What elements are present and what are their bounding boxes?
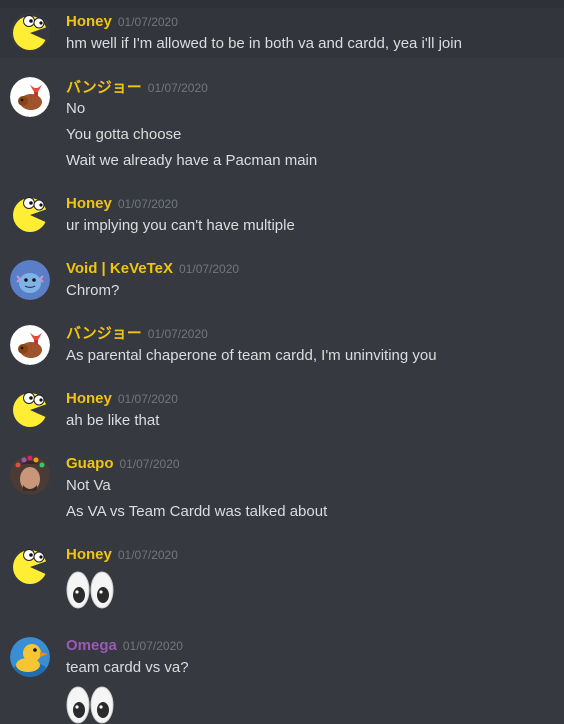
top-bar: [0, 0, 564, 8]
author-name[interactable]: Honey: [66, 195, 112, 212]
message[interactable]: Honey 01/07/2020 ur implying you can't ha…: [0, 191, 564, 241]
message-text: Wait we already have a Pacman main: [66, 152, 318, 169]
message[interactable]: Void | KeVeTeX 01/07/2020 Chrom?: [0, 256, 564, 306]
message-text: As VA vs Team Cardd was talked about: [66, 503, 328, 520]
author-name[interactable]: Void | KeVeTeX: [66, 260, 173, 277]
timestamp: 01/07/2020: [117, 15, 178, 29]
timestamp: 01/07/2020: [117, 392, 178, 406]
message-text: As parental chaperone of team cardd, I'm…: [66, 347, 437, 364]
message-text: ur implying you can't have multiple: [66, 217, 295, 234]
author-name[interactable]: Honey: [66, 13, 112, 30]
wooper-avatar-icon[interactable]: [10, 260, 50, 300]
author-name[interactable]: バンジョー: [66, 325, 142, 342]
message-text: team cardd vs va?: [66, 659, 189, 676]
author-name[interactable]: Honey: [66, 390, 112, 407]
timestamp: 01/07/2020: [119, 457, 180, 471]
timestamp: 01/07/2020: [122, 639, 183, 653]
banjo-avatar-icon[interactable]: [10, 325, 50, 365]
pacman-avatar-icon[interactable]: [10, 389, 50, 429]
guapo-avatar-icon[interactable]: [10, 455, 50, 495]
message-text: Chrom?: [66, 282, 120, 299]
eyes-emoji-icon[interactable]: [66, 686, 114, 724]
message[interactable]: Honey 01/07/2020 hm well if I'm allowed t…: [0, 8, 564, 58]
author-name[interactable]: Guapo: [66, 455, 114, 472]
message-text: ah be like that: [66, 412, 160, 429]
pacman-avatar-icon[interactable]: [10, 12, 50, 52]
timestamp: 01/07/2020: [117, 548, 178, 562]
author-name[interactable]: Omega: [66, 637, 117, 654]
message-text: You gotta choose: [66, 126, 182, 143]
message[interactable]: Omega 01/07/2020 team cardd vs va?: [0, 633, 564, 724]
banjo-avatar-icon[interactable]: [10, 77, 50, 117]
message[interactable]: Guapo 01/07/2020 Not Va As VA vs Team Car…: [0, 451, 564, 527]
pacman-avatar-icon[interactable]: [10, 546, 50, 586]
message[interactable]: Honey 01/07/2020 ah be like that: [0, 386, 564, 436]
timestamp: 01/07/2020: [117, 197, 178, 211]
chat-message-list: Honey 01/07/2020 hm well if I'm allowed t…: [0, 0, 564, 724]
message-text: No: [66, 100, 86, 117]
message-text: Not Va: [66, 477, 111, 494]
duck-avatar-icon[interactable]: [10, 637, 50, 677]
message-text: hm well if I'm allowed to be in both va …: [66, 35, 462, 52]
author-name[interactable]: バンジョー: [66, 79, 142, 96]
timestamp: 01/07/2020: [179, 262, 240, 276]
eyes-emoji-icon[interactable]: [66, 571, 114, 609]
message[interactable]: バンジョー 01/07/2020 As parental chaperone of…: [0, 321, 564, 371]
timestamp: 01/07/2020: [147, 327, 208, 341]
timestamp: 01/07/2020: [147, 81, 208, 95]
message[interactable]: Honey 01/07/2020: [0, 542, 564, 614]
message[interactable]: バンジョー 01/07/2020 No You gotta choose Wait…: [0, 74, 564, 174]
author-name[interactable]: Honey: [66, 546, 112, 563]
pacman-avatar-icon[interactable]: [10, 194, 50, 234]
